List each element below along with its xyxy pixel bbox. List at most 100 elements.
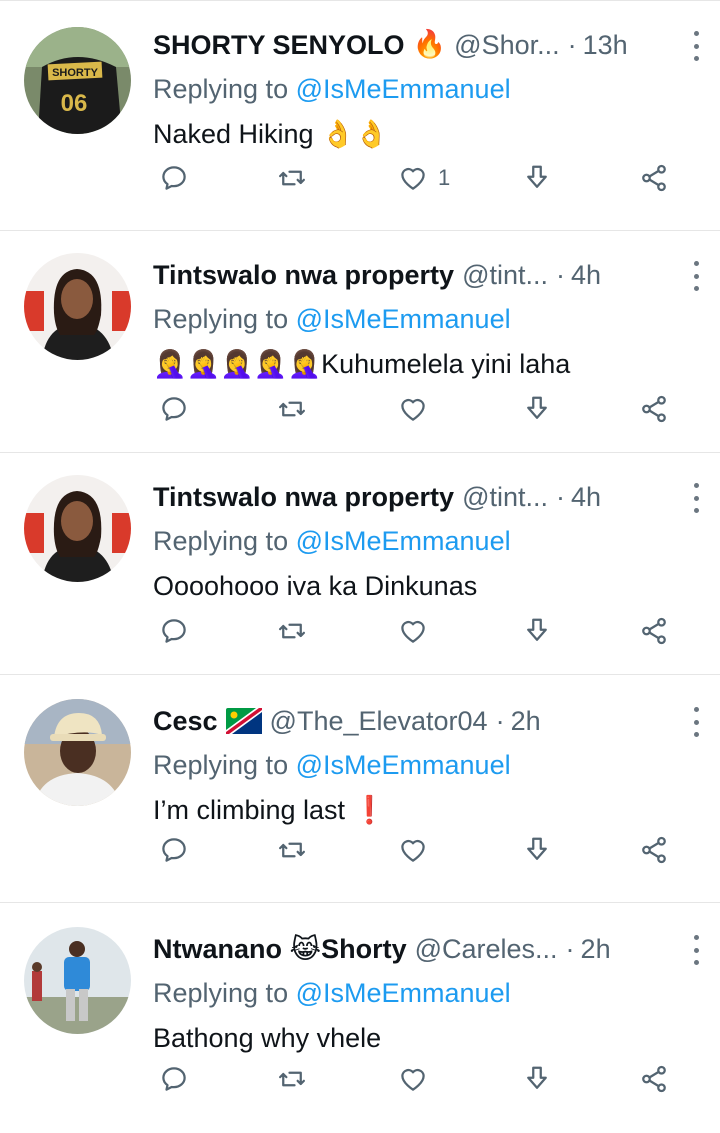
reply-button[interactable] — [159, 158, 189, 198]
avatar[interactable]: SHORTY 06 — [24, 27, 131, 134]
tweet-text: Oooohooo iva ka Dinkunas — [153, 571, 478, 601]
share-icon — [642, 395, 666, 423]
like-icon — [401, 167, 425, 190]
share-button[interactable] — [639, 389, 669, 429]
share-icon — [642, 164, 666, 192]
mention-link[interactable]: @IsMeEmmanuel — [296, 978, 511, 1008]
avatar-image — [24, 699, 131, 806]
retweet-icon — [279, 623, 305, 639]
avatar[interactable] — [24, 475, 131, 582]
mention-link[interactable]: @IsMeEmmanuel — [296, 74, 511, 104]
more-icon[interactable] — [686, 705, 706, 739]
separator-dot: · — [556, 482, 565, 512]
replying-to: Replying to @IsMeEmmanuel — [153, 297, 696, 341]
joy-cat-emoji: 😹 — [289, 933, 322, 965]
separator-dot: · — [565, 934, 575, 964]
reply-button[interactable] — [159, 611, 189, 651]
display-name[interactable]: Tintswalo nwa property — [153, 253, 454, 297]
retweet-button[interactable] — [277, 1059, 307, 1099]
display-name[interactable]: Ntwanano 😹Shorty — [153, 927, 407, 972]
like-button[interactable] — [398, 389, 428, 429]
share-button[interactable] — [639, 158, 669, 198]
share-button[interactable] — [639, 1059, 669, 1099]
more-icon[interactable] — [686, 259, 706, 293]
display-name[interactable]: Cesc — [153, 699, 218, 743]
like-button[interactable] — [398, 611, 428, 651]
like-button[interactable] — [398, 1059, 428, 1099]
tweet-text: I’m climbing last ❗ — [153, 787, 696, 834]
download-button[interactable] — [522, 389, 552, 429]
avatar-image: SHORTY 06 — [24, 27, 131, 134]
avatar[interactable] — [24, 699, 131, 806]
share-button[interactable] — [639, 830, 669, 870]
timestamp[interactable]: 2h — [511, 699, 541, 743]
download-button[interactable] — [522, 830, 552, 870]
like-icon — [401, 1068, 425, 1091]
more-icon[interactable] — [686, 933, 706, 967]
mention-link[interactable]: @IsMeEmmanuel — [296, 304, 511, 334]
tweet-text: 🤦‍♀️🤦‍♀️🤦‍♀️🤦‍♀️🤦‍♀️Kuhumelela yini laha — [153, 341, 696, 388]
tweet[interactable]: SHORTY 06 SHORTY SENYOLO 🔥 @Shor... · 13… — [0, 1, 720, 231]
retweet-button[interactable] — [277, 389, 307, 429]
reply-icon — [162, 838, 186, 862]
more-icon[interactable] — [686, 481, 706, 515]
retweet-button[interactable] — [277, 830, 307, 870]
retweet-button[interactable] — [277, 158, 307, 198]
reply-button[interactable] — [159, 389, 189, 429]
download-icon — [527, 837, 547, 860]
retweet-icon — [279, 401, 305, 417]
timestamp[interactable]: 4h — [571, 253, 601, 297]
download-button[interactable] — [522, 611, 552, 651]
replying-to-label: Replying to — [153, 750, 289, 780]
user-handle[interactable]: @Shor... — [454, 23, 559, 67]
reply-icon — [162, 619, 186, 643]
avatar[interactable] — [24, 927, 131, 1034]
timestamp[interactable]: 13h — [583, 23, 628, 67]
display-name[interactable]: SHORTY SENYOLO — [153, 23, 405, 67]
download-button[interactable] — [522, 158, 552, 198]
replying-to-label: Replying to — [153, 304, 289, 334]
retweet-button[interactable] — [277, 611, 307, 651]
fire-emoji: 🔥 — [412, 29, 447, 60]
facepalm-emoji: 🤦‍♀️🤦‍♀️🤦‍♀️🤦‍♀️🤦‍♀️ — [153, 349, 322, 380]
user-handle[interactable]: @Careles... — [415, 927, 558, 971]
share-button[interactable] — [639, 611, 669, 651]
tweet-text-body: I’m climbing last — [153, 795, 353, 825]
avatar[interactable] — [24, 253, 131, 360]
download-icon — [527, 618, 547, 641]
mention-link[interactable]: @IsMeEmmanuel — [296, 750, 511, 780]
replying-to: Replying to @IsMeEmmanuel — [153, 971, 696, 1015]
reply-button[interactable] — [159, 1059, 189, 1099]
user-handle[interactable]: @tint... — [462, 475, 548, 519]
tweet-text-body: Kuhumelela yini laha — [321, 349, 571, 379]
replying-to: Replying to @IsMeEmmanuel — [153, 743, 696, 787]
like-button[interactable] — [398, 830, 428, 870]
namibia-flag-icon — [225, 708, 262, 734]
tweet-header: Tintswalo nwa property @tint... · 4h — [153, 253, 696, 297]
timestamp[interactable]: 4h — [571, 475, 601, 519]
like-button[interactable]: 1 — [398, 158, 450, 198]
timestamp[interactable]: 2h — [581, 927, 611, 971]
tweet[interactable]: Cesc @The_Elevator04 · 2h Replying to @I… — [0, 675, 720, 903]
tweet-actions — [0, 1059, 720, 1099]
separator-dot: · — [556, 260, 565, 290]
display-name[interactable]: Tintswalo nwa property — [153, 475, 454, 519]
tweet[interactable]: Tintswalo nwa property @tint... · 4h Rep… — [0, 453, 720, 675]
replying-to-label: Replying to — [153, 978, 289, 1008]
download-icon — [527, 396, 547, 419]
mention-link[interactable]: @IsMeEmmanuel — [296, 526, 511, 556]
reply-icon — [162, 397, 186, 421]
replying-to: Replying to @IsMeEmmanuel — [153, 519, 696, 563]
tweet[interactable]: Tintswalo nwa property @tint... · 4h Rep… — [0, 231, 720, 453]
share-icon — [642, 1065, 666, 1093]
reply-icon — [162, 166, 186, 190]
avatar-image — [24, 927, 131, 1034]
replying-to: Replying to @IsMeEmmanuel — [153, 67, 696, 111]
download-button[interactable] — [522, 1059, 552, 1099]
share-icon — [642, 836, 666, 864]
user-handle[interactable]: @tint... — [462, 253, 548, 297]
more-icon[interactable] — [686, 29, 706, 63]
reply-button[interactable] — [159, 830, 189, 870]
tweet[interactable]: Ntwanano 😹Shorty @Careles... · 2h Replyi… — [0, 903, 720, 1133]
user-handle[interactable]: @The_Elevator04 — [270, 699, 488, 743]
